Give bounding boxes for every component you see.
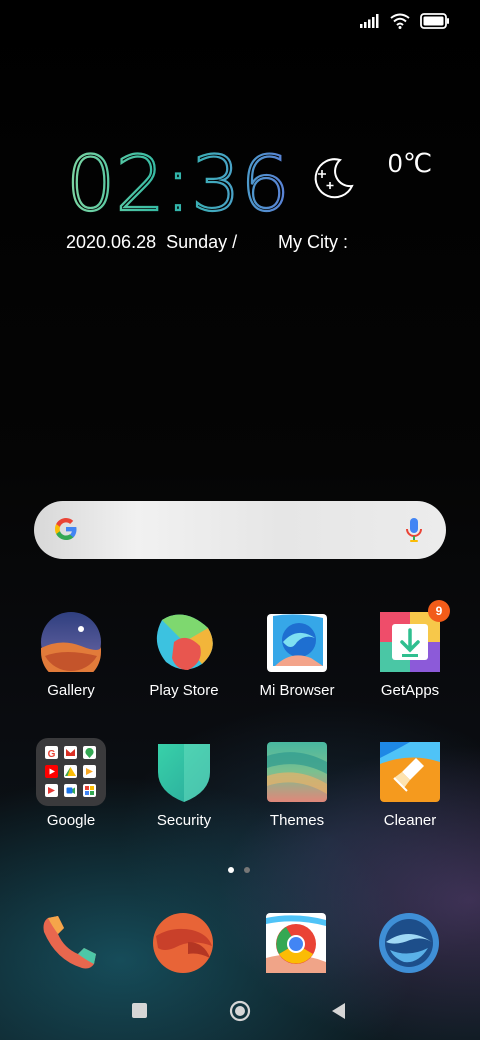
cleaner-icon: [380, 742, 440, 802]
signal-icon: [360, 14, 379, 28]
back-button[interactable]: [330, 1002, 346, 1025]
app-mi-browser[interactable]: Mi Browser: [242, 612, 352, 699]
page-indicator: [228, 867, 250, 873]
city-text[interactable]: My City :: [278, 232, 348, 253]
clock-widget[interactable]: 02:36 0℃ 2020.06.28 Sunday / My City :: [66, 148, 446, 258]
getapps-icon: 9: [380, 600, 450, 672]
svg-text:G: G: [48, 749, 56, 760]
app-cleaner[interactable]: Cleaner: [355, 742, 465, 829]
chrome-icon[interactable]: [265, 912, 327, 974]
status-bar: [360, 10, 450, 32]
app-getapps[interactable]: 9 GetApps: [355, 600, 465, 699]
app-themes[interactable]: Themes: [242, 742, 352, 829]
temperature: 0℃: [388, 148, 433, 178]
google-folder-icon: G: [36, 738, 106, 806]
clock-time: 02:36: [66, 148, 291, 218]
battery-icon: [420, 13, 449, 29]
wifi-icon: [390, 13, 410, 29]
google-search-bar[interactable]: [34, 501, 446, 559]
google-g-icon: [55, 518, 77, 540]
page-dot[interactable]: [244, 867, 250, 873]
messaging-icon[interactable]: [152, 912, 214, 974]
date-text: 2020.06.28 Sunday /: [66, 232, 238, 252]
moon-stars-icon: [314, 158, 354, 199]
app-gallery[interactable]: Gallery: [16, 612, 126, 699]
play-store-icon: [154, 612, 214, 672]
recents-button[interactable]: [132, 1003, 147, 1018]
app-security[interactable]: Security: [129, 742, 239, 829]
security-icon: [154, 742, 214, 802]
mic-icon[interactable]: [404, 516, 424, 544]
svg-text:02:36: 02:36: [66, 148, 290, 218]
themes-icon: [267, 742, 327, 802]
mi-browser-alt-icon[interactable]: [378, 912, 440, 974]
mi-browser-icon: [267, 612, 327, 672]
gallery-icon: [41, 612, 101, 682]
phone-icon[interactable]: [38, 912, 100, 974]
app-google-folder[interactable]: G Google: [16, 738, 126, 829]
home-button[interactable]: [229, 1000, 251, 1027]
page-dot-active[interactable]: [228, 867, 234, 873]
app-play-store[interactable]: Play Store: [129, 612, 239, 699]
notification-badge: 9: [428, 600, 450, 622]
